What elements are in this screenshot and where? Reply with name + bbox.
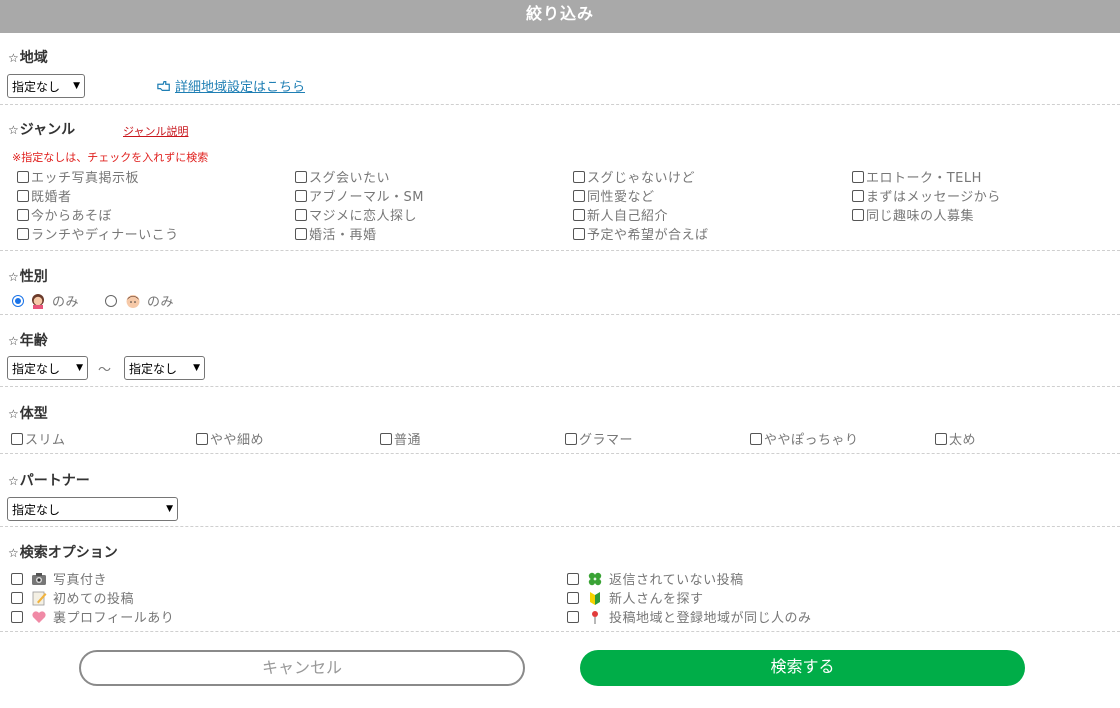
- search-options-section: ☆検索オプション 写真付き 返信されていない投稿 初めての投稿 新人さんを探す …: [0, 527, 1120, 632]
- memo-icon: [32, 591, 47, 605]
- genre-help-link[interactable]: ジャンル説明: [123, 123, 188, 139]
- star-icon: ☆: [8, 270, 19, 284]
- genre-section: ☆ジャンル ジャンル説明 ※指定なしは、チェックを入れずに検索 エッチ写真掲示板…: [0, 105, 1120, 251]
- region-select[interactable]: 指定なし ▼: [7, 74, 85, 98]
- search-button[interactable]: 検索する: [580, 650, 1025, 686]
- body-type-checkbox[interactable]: 普通: [380, 429, 421, 448]
- body-type-checkbox[interactable]: スリム: [11, 429, 66, 448]
- age-section: ☆年齢 指定なし ▼ ～ 指定なし ▼: [0, 315, 1120, 387]
- star-icon: ☆: [8, 407, 19, 421]
- star-icon: ☆: [8, 123, 19, 137]
- option-newcomer-checkbox[interactable]: 新人さんを探す: [567, 588, 704, 607]
- genre-checkbox[interactable]: スグ会いたい: [295, 167, 390, 186]
- genre-checkbox[interactable]: 予定や希望が合えば: [573, 224, 709, 243]
- partner-title: ☆パートナー: [8, 473, 90, 489]
- option-first-post-checkbox[interactable]: 初めての投稿: [11, 588, 134, 607]
- age-separator: ～: [98, 363, 112, 378]
- genre-checkbox[interactable]: 既婚者: [17, 186, 72, 205]
- genre-checkbox[interactable]: エッチ写真掲示板: [17, 167, 139, 186]
- genre-checkbox[interactable]: 婚活・再婚: [295, 224, 377, 243]
- age-title: ☆年齢: [8, 333, 48, 349]
- chevron-down-icon: ▼: [76, 363, 83, 373]
- filter-header: 絞り込み: [0, 0, 1120, 33]
- genre-checkbox[interactable]: 新人自己紹介: [573, 205, 668, 224]
- body-type-checkbox[interactable]: グラマー: [565, 429, 633, 448]
- woman-icon: [32, 293, 44, 309]
- body-type-title: ☆体型: [8, 406, 48, 422]
- option-same-region-checkbox[interactable]: 投稿地域と登録地域が同じ人のみ: [567, 607, 812, 626]
- region-title: ☆地域: [8, 50, 48, 66]
- pushpin-icon: [592, 610, 598, 624]
- gender-radio-female[interactable]: のみ: [12, 291, 79, 310]
- genre-checkbox[interactable]: 同じ趣味の人募集: [852, 205, 974, 224]
- heart-icon: [32, 610, 46, 623]
- header-title: 絞り込み: [525, 4, 594, 23]
- genre-checkbox[interactable]: エロトーク・TELH: [852, 167, 982, 186]
- genre-checkbox[interactable]: 今からあそぼ: [17, 205, 112, 224]
- pointing-hand-icon: [157, 80, 170, 91]
- partner-select[interactable]: 指定なし ▼: [7, 497, 178, 521]
- star-icon: ☆: [8, 334, 19, 348]
- star-icon: ☆: [8, 546, 19, 560]
- genre-checkbox[interactable]: ランチやディナーいこう: [17, 224, 179, 243]
- body-type-checkbox[interactable]: 太め: [935, 429, 976, 448]
- region-section: ☆地域 指定なし ▼ 詳細地域設定はこちら: [0, 33, 1120, 105]
- option-unreplied-checkbox[interactable]: 返信されていない投稿: [567, 569, 744, 588]
- beginner-mark-icon: [590, 591, 600, 605]
- man-icon: [126, 294, 140, 308]
- genre-note: ※指定なしは、チェックを入れずに検索: [12, 151, 209, 164]
- partner-section: ☆パートナー 指定なし ▼: [0, 454, 1120, 527]
- age-to-select[interactable]: 指定なし ▼: [124, 356, 205, 380]
- gender-title: ☆性別: [8, 269, 48, 285]
- clover-icon: [588, 572, 602, 585]
- gender-section: ☆性別 のみ のみ: [0, 251, 1120, 315]
- genre-checkbox[interactable]: マジメに恋人探し: [295, 205, 417, 224]
- genre-checkbox[interactable]: スグじゃないけど: [573, 167, 695, 186]
- body-type-checkbox[interactable]: やや細め: [196, 429, 264, 448]
- star-icon: ☆: [8, 474, 19, 488]
- genre-title: ☆ジャンル: [8, 122, 76, 138]
- search-options-title: ☆検索オプション: [8, 545, 118, 561]
- option-photo-checkbox[interactable]: 写真付き: [11, 569, 107, 588]
- genre-checkbox[interactable]: まずはメッセージから: [852, 186, 1001, 205]
- cancel-button[interactable]: キャンセル: [79, 650, 525, 686]
- genre-checkbox[interactable]: アブノーマル・SM: [295, 186, 424, 205]
- genre-checkbox[interactable]: 同性愛など: [573, 186, 655, 205]
- age-from-select[interactable]: 指定なし ▼: [7, 356, 88, 380]
- star-icon: ☆: [8, 51, 19, 65]
- chevron-down-icon: ▼: [73, 81, 80, 91]
- gender-radio-male[interactable]: のみ: [105, 291, 174, 310]
- radio-unselected[interactable]: [105, 294, 117, 307]
- chevron-down-icon: ▼: [193, 363, 200, 373]
- radio-selected[interactable]: [12, 294, 24, 307]
- body-type-checkbox[interactable]: ややぽっちゃり: [750, 429, 859, 448]
- chevron-down-icon: ▼: [166, 504, 173, 514]
- option-secret-profile-checkbox[interactable]: 裏プロフィールあり: [11, 607, 174, 626]
- detail-region-link[interactable]: 詳細地域設定はこちら: [157, 76, 305, 95]
- camera-icon: [32, 572, 46, 585]
- body-type-section: ☆体型 スリム やや細め 普通 グラマー ややぽっちゃり 太め: [0, 387, 1120, 454]
